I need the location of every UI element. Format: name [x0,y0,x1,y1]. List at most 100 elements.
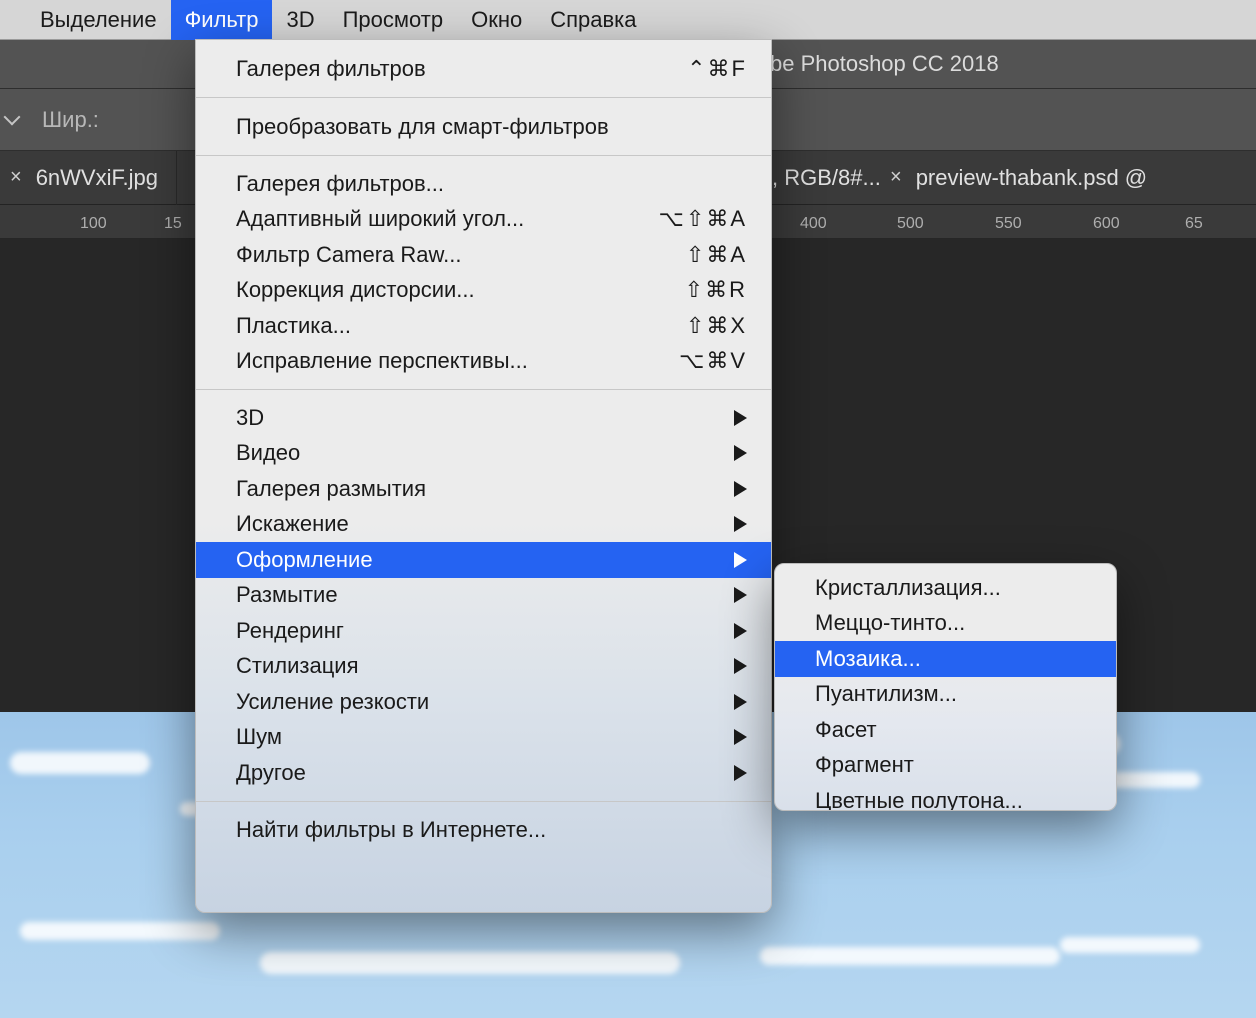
document-tab-2[interactable]: , RGB/8#... [772,151,881,205]
menu-separator [196,97,771,98]
tab-label: preview-thabank.psd @ [916,165,1147,191]
document-tab-1[interactable]: × 6nWVxiF.jpg [0,151,177,205]
ruler-tick: 15 [164,215,182,233]
menu-item-label: Пуантилизм... [815,681,1092,707]
menu-item-other[interactable]: Другое [196,755,771,791]
menu-item-adaptive-wide[interactable]: Адаптивный широкий угол... ⌥⇧⌘A [196,202,771,238]
menu-filter[interactable]: Фильтр [171,0,273,40]
menu-item-vanishing-point[interactable]: Исправление перспективы... ⌥⌘V [196,344,771,380]
menu-item-label: Шум [236,724,734,750]
submenu-item-fragment[interactable]: Фрагмент [775,748,1116,784]
menu-item-label: Меццо-тинто... [815,610,1092,636]
menu-item-label: Стилизация [236,653,734,679]
submenu-arrow-icon [734,623,747,639]
menubar: Выделение Фильтр 3D Просмотр Окно Справк… [0,0,1256,40]
submenu-arrow-icon [734,694,747,710]
menu-item-label: Галерея фильтров... [236,171,747,197]
submenu-arrow-icon [734,552,747,568]
menu-shortcut: ⌥⌘V [637,348,747,374]
submenu-arrow-icon [734,658,747,674]
menu-item-label: Фрагмент [815,752,1092,778]
menu-item-label: Фасет [815,717,1092,743]
menu-item-blur[interactable]: Размытие [196,578,771,614]
ruler-tick: 550 [995,215,1022,233]
menu-item-label: Галерея фильтров [236,56,637,82]
submenu-item-pointillize[interactable]: Пуантилизм... [775,677,1116,713]
menu-item-convert-smart[interactable]: Преобразовать для смарт-фильтров [196,108,771,145]
menu-help[interactable]: Справка [536,0,650,40]
ruler-tick: 65 [1185,215,1203,233]
menu-item-label: Преобразовать для смарт-фильтров [236,114,747,140]
menu-item-liquify[interactable]: Пластика... ⇧⌘X [196,308,771,344]
menu-view[interactable]: Просмотр [329,0,457,40]
submenu-item-color-halftone[interactable]: Цветные полутона... [775,783,1116,811]
menu-selection[interactable]: Выделение [26,0,171,40]
menu-item-blur-gallery[interactable]: Галерея размытия [196,471,771,507]
tab-label: 6nWVxiF.jpg [36,165,158,191]
menu-item-label: Искажение [236,511,734,537]
menu-item-lens-correction[interactable]: Коррекция дисторсии... ⇧⌘R [196,273,771,309]
menu-separator [196,801,771,802]
menu-item-label: Коррекция дисторсии... [236,277,637,303]
menu-shortcut: ⌥⇧⌘A [637,206,747,232]
menu-shortcut: ⇧⌘X [637,313,747,339]
menu-item-label: Другое [236,760,734,786]
menu-item-label: Адаптивный широкий угол... [236,206,637,232]
menu-item-label: Мозаика... [815,646,1092,672]
app-title: be Photoshop CC 2018 [770,51,999,77]
menu-item-label: Пластика... [236,313,637,339]
menu-item-last-filter[interactable]: Галерея фильтров ⌃⌘F [196,50,771,87]
menu-item-label: Фильтр Camera Raw... [236,242,637,268]
submenu-item-mosaic[interactable]: Мозаика... [775,641,1116,677]
menu-item-3d[interactable]: 3D [196,400,771,436]
menu-item-label: Видео [236,440,734,466]
menu-item-label: Цветные полутона... [815,788,1092,811]
menu-3d[interactable]: 3D [272,0,328,40]
menu-item-render[interactable]: Рендеринг [196,613,771,649]
menu-item-stylize[interactable]: Стилизация [196,649,771,685]
menu-separator [196,389,771,390]
menu-item-noise[interactable]: Шум [196,720,771,756]
menu-item-label: Кристаллизация... [815,575,1092,601]
menu-item-label: Галерея размытия [236,476,734,502]
menu-shortcut: ⇧⌘R [637,277,747,303]
menu-item-label: Размытие [236,582,734,608]
menu-item-camera-raw[interactable]: Фильтр Camera Raw... ⇧⌘A [196,237,771,273]
submenu-arrow-icon [734,765,747,781]
ruler-tick: 400 [800,215,827,233]
ruler-tick: 600 [1093,215,1120,233]
submenu-arrow-icon [734,445,747,461]
submenu-item-crystallize[interactable]: Кристаллизация... [775,570,1116,606]
close-icon[interactable]: × [890,166,902,189]
menu-item-browse-filters[interactable]: Найти фильтры в Интернете... [196,812,771,849]
width-label: Шир.: [42,107,99,133]
ruler-tick: 100 [80,215,107,233]
document-tab-3[interactable]: × preview-thabank.psd @ [890,151,1147,205]
filter-menu: Галерея фильтров ⌃⌘F Преобразовать для с… [195,39,772,913]
menu-item-filter-gallery[interactable]: Галерея фильтров... [196,166,771,202]
ruler-tick: 500 [897,215,924,233]
submenu-item-facet[interactable]: Фасет [775,712,1116,748]
submenu-item-mezzotint[interactable]: Меццо-тинто... [775,606,1116,642]
menu-window[interactable]: Окно [457,0,536,40]
submenu-arrow-icon [734,481,747,497]
menu-item-label: 3D [236,405,734,431]
options-dropdown-icon[interactable] [4,108,21,125]
menu-item-video[interactable]: Видео [196,436,771,472]
menu-item-sharpen[interactable]: Усиление резкости [196,684,771,720]
menu-item-label: Найти фильтры в Интернете... [236,817,747,843]
submenu-arrow-icon [734,729,747,745]
menu-item-label: Усиление резкости [236,689,734,715]
menu-separator [196,155,771,156]
menu-item-label: Рендеринг [236,618,734,644]
menu-item-pixelate[interactable]: Оформление [196,542,771,578]
pixelate-submenu: Кристаллизация... Меццо-тинто... Мозаика… [774,563,1117,811]
menu-shortcut: ⇧⌘A [637,242,747,268]
close-icon[interactable]: × [10,166,22,189]
menu-item-label: Оформление [236,547,734,573]
tab-label: , RGB/8#... [772,165,881,191]
submenu-arrow-icon [734,516,747,532]
menu-shortcut: ⌃⌘F [637,56,747,82]
menu-item-distort[interactable]: Искажение [196,507,771,543]
menu-item-label: Исправление перспективы... [236,348,637,374]
